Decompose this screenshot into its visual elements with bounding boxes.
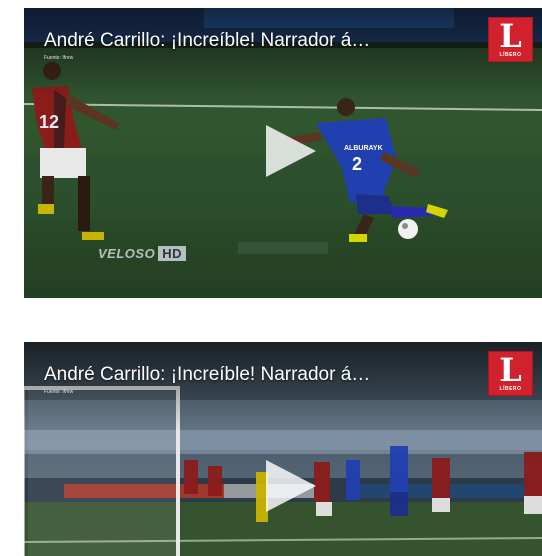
video-source: Fuente: Ifrew: [44, 389, 74, 395]
video-player-2[interactable]: André Carrillo: ¡Increíble! Narrador á… …: [24, 342, 542, 556]
video-title[interactable]: André Carrillo: ¡Increíble! Narrador á…: [44, 30, 464, 52]
logo-word: LÍBERO: [499, 52, 522, 58]
title-shade: [24, 342, 542, 432]
title-shade: [24, 8, 542, 98]
logo-letter: L: [499, 351, 522, 389]
libero-logo[interactable]: L LÍBERO: [488, 351, 533, 396]
svg-text:12: 12: [39, 112, 59, 132]
svg-text:2: 2: [352, 154, 362, 174]
logo-word: LÍBERO: [499, 386, 522, 392]
broadcaster-label: VELOSO: [98, 246, 156, 261]
broadcaster-hd-badge: HD: [158, 246, 186, 261]
broadcaster-watermark: VELOSO HD: [98, 246, 186, 261]
logo-letter: L: [499, 17, 522, 55]
video-source: Fuente: Ifrew: [44, 55, 74, 61]
video-title[interactable]: André Carrillo: ¡Increíble! Narrador á…: [44, 364, 464, 386]
video-player-1[interactable]: 12 ALBURAYK 2 VELOSO HD André Carrillo: ¡…: [24, 8, 542, 298]
svg-text:ALBURAYK: ALBURAYK: [344, 145, 383, 152]
libero-logo[interactable]: L LÍBERO: [488, 17, 533, 62]
play-icon[interactable]: [266, 125, 316, 177]
play-icon[interactable]: [266, 460, 316, 512]
